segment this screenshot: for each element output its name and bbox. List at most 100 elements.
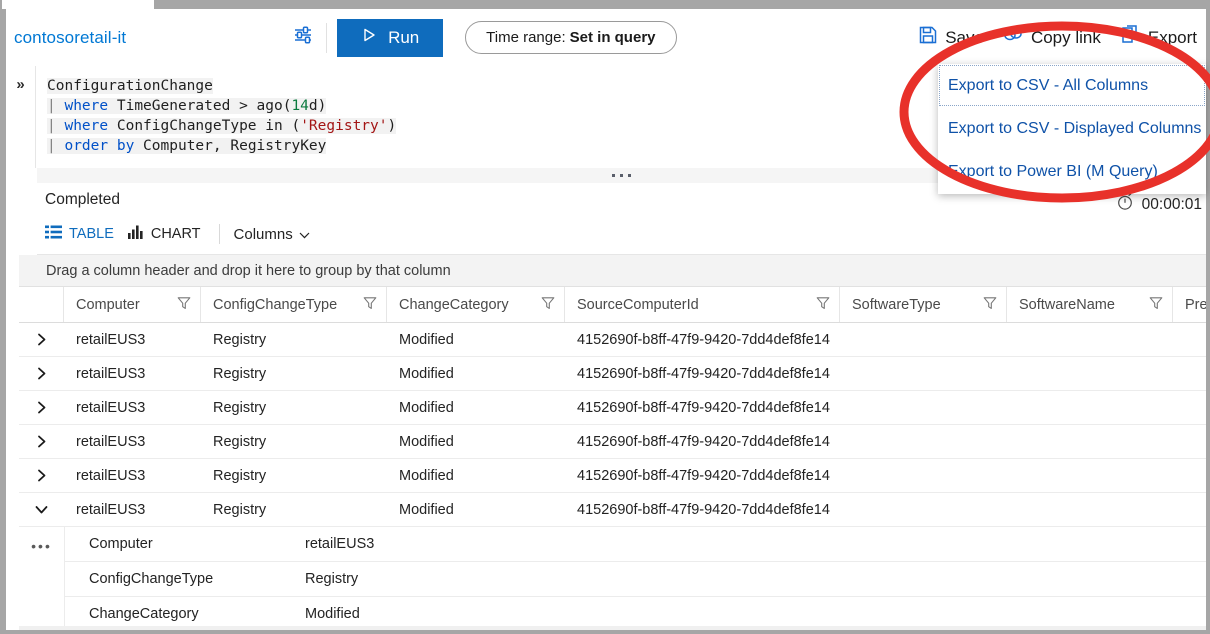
row-detail-panel: •••ComputerretailEUS3ConfigChangeTypeReg…	[19, 527, 1206, 630]
table-row[interactable]: retailEUS3RegistryModified4152690f-b8ff-…	[19, 459, 1206, 493]
chevron-right-icon[interactable]	[19, 401, 64, 414]
cell-sourcecomputerid: 4152690f-b8ff-47f9-9420-7dd4def8fe14	[565, 468, 840, 484]
window-tab[interactable]	[2, 0, 154, 9]
save-button[interactable]: Save	[909, 19, 993, 56]
cell-sourcecomputerid: 4152690f-b8ff-47f9-9420-7dd4def8fe14	[565, 434, 840, 450]
table-row[interactable]: retailEUS3RegistryModified4152690f-b8ff-…	[19, 391, 1206, 425]
chevron-down-icon[interactable]	[19, 505, 64, 515]
funnel-icon[interactable]	[177, 296, 191, 314]
run-button[interactable]: Run	[337, 19, 443, 57]
code-token: )	[388, 118, 397, 134]
table-row[interactable]: retailEUS3RegistryModified4152690f-b8ff-…	[19, 357, 1206, 391]
ellipsis-icon[interactable]: •••	[19, 527, 64, 630]
funnel-icon[interactable]	[816, 296, 830, 314]
cell-changecategory: Modified	[387, 400, 565, 416]
code-token: |	[47, 118, 64, 134]
funnel-icon[interactable]	[1149, 296, 1163, 314]
code-token: by	[117, 138, 134, 154]
chevron-right-icon[interactable]	[19, 469, 64, 482]
double-chevron-right-icon[interactable]: »	[16, 77, 24, 168]
row-detail-table: ComputerretailEUS3ConfigChangeTypeRegist…	[64, 527, 1206, 630]
horizontal-scrollbar[interactable]	[19, 626, 1206, 630]
query-settings-button[interactable]	[286, 21, 320, 55]
window-frame-top	[0, 0, 1210, 9]
row-detail-key: ChangeCategory	[65, 606, 305, 622]
row-detail-value: retailEUS3	[305, 536, 374, 552]
copy-link-button[interactable]: Copy link	[993, 19, 1110, 56]
table-row[interactable]: retailEUS3RegistryModified4152690f-b8ff-…	[19, 323, 1206, 357]
column-header-label: ChangeCategory	[399, 297, 509, 313]
time-range-button[interactable]: Time range: Set in query	[465, 21, 676, 54]
row-detail-item: ConfigChangeTypeRegistry	[65, 562, 1206, 597]
chevron-right-icon[interactable]	[19, 333, 64, 346]
chevron-right-icon[interactable]	[19, 367, 64, 380]
export-button-label: Export	[1148, 28, 1197, 48]
cell-computer: retailEUS3	[64, 502, 201, 518]
export-menu-item-0[interactable]: Export to CSV - All Columns	[938, 64, 1206, 107]
cell-sourcecomputerid: 4152690f-b8ff-47f9-9420-7dd4def8fe14	[565, 502, 840, 518]
bar-chart-icon	[128, 225, 144, 243]
chevron-right-icon[interactable]	[19, 435, 64, 448]
table-row[interactable]: retailEUS3RegistryModified4152690f-b8ff-…	[19, 425, 1206, 459]
copy-link-button-label: Copy link	[1031, 28, 1101, 48]
tab-table[interactable]: TABLE	[45, 223, 128, 245]
tab-chart-label: CHART	[151, 226, 201, 242]
row-detail-item: ComputerretailEUS3	[65, 527, 1206, 562]
grid-header-expander-cell	[19, 287, 64, 322]
cell-sourcecomputerid: 4152690f-b8ff-47f9-9420-7dd4def8fe14	[565, 332, 840, 348]
cell-sourcecomputerid: 4152690f-b8ff-47f9-9420-7dd4def8fe14	[565, 366, 840, 382]
column-header-changecategory[interactable]: ChangeCategory	[387, 287, 565, 322]
export-menu-item-label: Export to CSV - All Columns	[948, 77, 1148, 95]
group-by-dropzone[interactable]: Drag a column header and drop it here to…	[19, 255, 1206, 287]
code-token: d)	[309, 98, 326, 114]
export-document-icon	[1119, 24, 1141, 51]
column-header-softwaretype[interactable]: SoftwareType	[840, 287, 1007, 322]
code-token: ConfigChangeType in (	[108, 118, 300, 134]
column-header-computer[interactable]: Computer	[64, 287, 201, 322]
export-menu-item-1[interactable]: Export to CSV - Displayed Columns	[938, 107, 1206, 150]
funnel-icon[interactable]	[983, 296, 997, 314]
tab-table-label: TABLE	[69, 226, 114, 242]
column-header-label: ConfigChangeType	[213, 297, 337, 313]
view-tabs-divider	[219, 224, 220, 244]
cell-computer: retailEUS3	[64, 434, 201, 450]
workspace-name-link[interactable]: contosoretail-it	[14, 28, 126, 48]
save-disk-icon	[918, 25, 938, 50]
funnel-icon[interactable]	[541, 296, 555, 314]
play-icon	[361, 27, 377, 48]
code-token: order	[64, 138, 108, 154]
code-token: ConfigurationChange	[47, 78, 213, 94]
column-header-sourcecomputerid[interactable]: SourceComputerId	[565, 287, 840, 322]
funnel-icon[interactable]	[363, 296, 377, 314]
code-token: where	[64, 98, 108, 114]
stopwatch-icon	[1116, 193, 1134, 216]
export-button[interactable]: Export	[1110, 18, 1206, 57]
cell-changecategory: Modified	[387, 332, 565, 348]
sliders-icon	[292, 24, 314, 51]
cell-computer: retailEUS3	[64, 332, 201, 348]
export-menu-item-2[interactable]: Export to Power BI (M Query)	[938, 150, 1206, 193]
cell-configchangetype: Registry	[201, 400, 387, 416]
columns-dropdown-button[interactable]: Columns	[234, 226, 310, 243]
column-header-label: SoftwareName	[1019, 297, 1115, 313]
save-button-label: Save	[945, 28, 984, 48]
column-header-label: SoftwareType	[852, 297, 941, 313]
columns-dropdown-label: Columns	[234, 226, 293, 243]
link-icon	[1002, 25, 1024, 50]
column-header-previous[interactable]: Previous	[1173, 287, 1206, 322]
cell-configchangetype: Registry	[201, 502, 387, 518]
table-row[interactable]: retailEUS3RegistryModified4152690f-b8ff-…	[19, 493, 1206, 527]
column-header-configchangetype[interactable]: ConfigChangeType	[201, 287, 387, 322]
grid-header-row: Computer ConfigChangeType ChangeCategory So…	[19, 287, 1206, 323]
cell-changecategory: Modified	[387, 468, 565, 484]
export-menu-item-label: Export to CSV - Displayed Columns	[948, 120, 1201, 138]
run-button-label: Run	[388, 28, 419, 48]
column-header-softwarename[interactable]: SoftwareName	[1007, 287, 1173, 322]
cell-computer: retailEUS3	[64, 366, 201, 382]
code-token: |	[47, 98, 64, 114]
results-view-tabs: TABLE CHART Columns	[45, 223, 310, 245]
chevron-down-icon	[299, 226, 310, 243]
cell-configchangetype: Registry	[201, 468, 387, 484]
tab-chart[interactable]: CHART	[128, 223, 215, 245]
code-token: 14	[291, 98, 308, 114]
